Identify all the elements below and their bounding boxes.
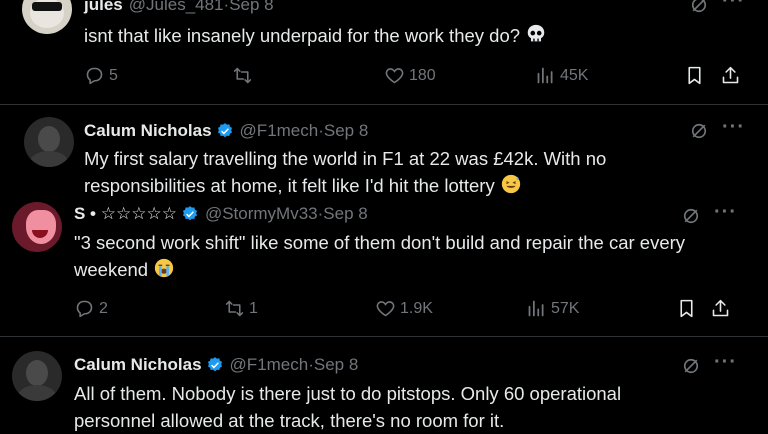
tweet-calum-2[interactable]: Calum Nicholas @F1mech · Sep 8 ··· All o… [0,337,768,432]
tweet-text-content: responsibilities at home, it felt like I… [84,175,495,196]
views-icon [528,300,544,317]
more-icon[interactable]: ··· [722,116,745,139]
tweet-date[interactable]: Sep 8 [314,355,358,375]
tweet-text: isnt that like insanely underpaid for th… [84,22,547,49]
avatar-person [26,360,48,386]
views-button[interactable]: 45K [535,65,588,86]
tweet-actions: 2 1 1.9K 57K [0,298,768,322]
tweet-header: Calum Nicholas @F1mech · Sep 8 [74,355,358,375]
tweet-text-line: "3 second work shift" like some of them … [74,232,686,253]
tweet-text-line: weekend [74,256,685,283]
tweet-date[interactable]: Sep 8 [323,204,367,224]
tweet-actions: 5 180 45K [0,65,768,89]
avatar-person [38,126,60,152]
reply-count: 5 [109,66,118,84]
reply-button[interactable]: 5 [84,65,118,86]
tweet-text-line: All of them. Nobody is there just to do … [74,383,622,404]
grok-icon[interactable] [681,206,701,226]
author-handle[interactable]: @StormyMv33 [205,204,318,224]
more-icon[interactable]: ··· [714,201,737,224]
grok-icon[interactable] [681,356,701,376]
grok-icon[interactable] [689,121,709,141]
share-icon [712,299,729,317]
tweet-text-line: personnel allowed at the track, there's … [74,410,505,431]
verified-badge-icon [182,206,198,221]
more-icon[interactable]: ··· [714,351,737,374]
bookmark-button[interactable] [684,65,709,86]
verified-badge-icon [217,123,232,138]
share-icon [722,66,739,84]
tweet-text: All of them. Nobody is there just to do … [74,380,621,434]
tweet-calum-1[interactable]: Calum Nicholas @F1mech · Sep 8 ··· My fi… [0,105,768,200]
retweet-icon [225,300,244,317]
views-icon [537,67,553,84]
avatar[interactable] [12,202,62,252]
tweet-date[interactable]: Sep 8 [229,0,273,15]
like-icon [376,301,395,317]
avatar[interactable] [24,117,74,167]
views-button[interactable]: 57K [526,298,579,319]
avatar-shoulders [18,385,56,401]
author-name[interactable]: S • ☆☆☆☆☆ [74,204,177,224]
verified-badge-icon [207,357,222,372]
tweet-jules[interactable]: jules @Jules_481 · Sep 8 ··· isnt that l… [0,0,768,110]
tweet-header: jules @Jules_481 · Sep 8 [84,0,274,15]
views-count: 45K [560,66,589,84]
like-count: 1.9K [400,299,433,317]
skull-emoji [527,24,545,42]
loudly-crying-emoji [155,258,174,278]
tweet-header: S • ☆☆☆☆☆ @StormyMv33 · Sep 8 [74,204,368,224]
views-count: 57K [551,299,580,317]
tweet-text: My first salary travelling the world in … [84,145,606,199]
author-name[interactable]: jules [84,0,123,15]
sweat-smile-emoji [501,174,521,194]
author-handle[interactable]: @F1mech [240,121,319,141]
like-button[interactable]: 180 [384,65,436,86]
grok-icon[interactable] [689,0,709,15]
sunglasses-icon [32,2,62,11]
retweet-button[interactable] [232,65,257,86]
reply-icon [86,67,103,85]
bookmark-icon [688,66,701,85]
bookmark-button[interactable] [676,298,701,319]
reply-count: 2 [99,299,108,317]
avatar[interactable] [12,351,62,401]
retweet-count: 1 [249,299,258,317]
like-count: 180 [409,66,436,84]
tweet-stormy[interactable]: S • ☆☆☆☆☆ @StormyMv33 · Sep 8 ··· "3 sec… [0,200,768,335]
tweet-text: "3 second work shift" like some of them … [74,229,685,283]
avatar-patrick [26,210,56,244]
tweet-text-line: My first salary travelling the world in … [84,148,607,169]
reply-button[interactable]: 2 [74,298,108,319]
tweet-text-content: weekend [74,259,149,280]
share-button[interactable] [710,298,735,319]
avatar[interactable] [22,0,72,34]
like-icon [385,68,404,84]
like-button[interactable]: 1.9K [375,298,433,319]
retweet-button[interactable]: 1 [224,298,258,319]
author-name[interactable]: Calum Nicholas [74,355,202,375]
tweet-date[interactable]: Sep 8 [324,121,368,141]
bookmark-icon [680,299,693,318]
avatar-shoulders [30,151,68,167]
author-name[interactable]: Calum Nicholas [84,121,212,141]
retweet-icon [233,67,252,84]
tweet-text-content: isnt that like insanely underpaid for th… [84,25,521,46]
tweet-text-line: responsibilities at home, it felt like I… [84,172,606,199]
author-handle[interactable]: @F1mech [230,355,309,375]
share-button[interactable] [720,65,745,86]
author-handle[interactable]: @Jules_481 [129,0,224,15]
more-icon[interactable]: ··· [722,0,745,13]
tweet-header: Calum Nicholas @F1mech · Sep 8 [84,121,368,141]
reply-icon [76,300,93,318]
